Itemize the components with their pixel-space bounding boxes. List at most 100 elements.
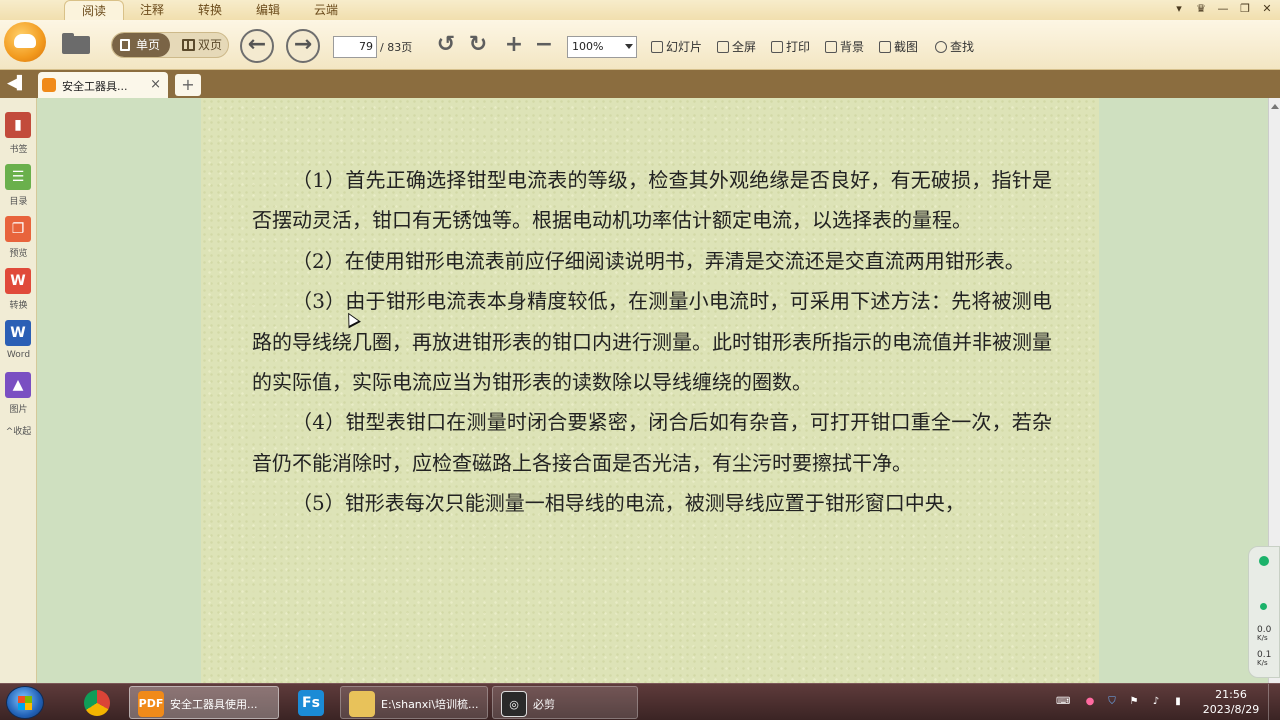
fullscreen-icon — [717, 41, 729, 53]
network-speed-widget[interactable]: 0.0 K/s 0.1 K/s — [1248, 546, 1280, 678]
background-icon — [825, 41, 837, 53]
clock-time: 21:56 — [1215, 688, 1247, 701]
fullscreen-button[interactable]: 全屏 — [717, 38, 756, 56]
zoom-out-icon[interactable]: − — [532, 33, 556, 57]
chrome-icon — [84, 690, 110, 716]
pdf-to-word-icon: W — [5, 268, 31, 294]
previous-page-button[interactable]: ← — [240, 29, 274, 63]
new-tab-button[interactable]: + — [175, 74, 201, 96]
windows-logo-icon — [18, 696, 32, 710]
single-page-label: 单页 — [136, 38, 161, 52]
sidebar-item-toc[interactable]: ☰ 目录 — [0, 164, 37, 210]
print-button[interactable]: 打印 — [771, 38, 810, 56]
page-number-input[interactable]: 79 — [333, 36, 377, 58]
screenshot-button[interactable]: 截图 — [879, 38, 918, 56]
menu-tab-cloud[interactable]: 云端 — [296, 0, 356, 20]
chevron-down-icon — [625, 44, 633, 49]
screenshot-label: 截图 — [894, 40, 919, 54]
menu-tab-annotate[interactable]: 注释 — [122, 0, 182, 20]
zoom-value: 100% — [572, 40, 604, 53]
sidebar-item-convert[interactable]: W 转换 — [0, 268, 37, 314]
skin-icon[interactable]: ♛ — [1190, 1, 1212, 17]
double-page-button[interactable]: 双页 — [174, 33, 228, 57]
network-icon[interactable]: ▮ — [1172, 696, 1184, 708]
sidebar-item-preview[interactable]: ❐ 预览 — [0, 216, 37, 262]
paragraph: （2）在使用钳形电流表前应仔细阅读说明书，弄清是交流还是交直流两用钳形表。 — [292, 248, 1025, 273]
single-page-button[interactable]: 单页 — [112, 33, 170, 57]
system-clock[interactable]: 21:56 2023/8/29 — [1200, 687, 1262, 717]
sidebar-toggle-icon[interactable]: ◀▌ — [7, 77, 27, 91]
taskbar: PDF 安全工器具使用... Fs E:\shanxi\培训梳... ◎ 必剪 … — [0, 683, 1280, 720]
sidebar-item-label: 预览 — [9, 249, 28, 259]
menu-tab-edit[interactable]: 编辑 — [238, 0, 298, 20]
paragraph: （5）钳形表每次只能测量一相导线的电流，被测导线应置于钳形窗口中央， — [292, 491, 965, 516]
restore-icon[interactable]: ❐ — [1234, 1, 1256, 17]
taskbar-item-fs[interactable]: Fs — [288, 686, 334, 719]
document-page: （1）首先正确选择钳型电流表的等级，检查其外观绝缘是否良好，有无破损，指针是否摆… — [201, 98, 1099, 683]
slideshow-icon — [651, 41, 663, 53]
sidebar-item-picture[interactable]: ▲ 图片 — [0, 372, 37, 418]
scissors-icon — [879, 41, 891, 53]
pdf-reader-icon: PDF — [138, 691, 164, 717]
zoom-in-icon[interactable]: + — [502, 33, 526, 57]
document-tab-title: 安全工器具... — [62, 80, 128, 93]
sidebar-item-label: 图片 — [9, 405, 28, 415]
status-dot-icon — [1260, 603, 1267, 610]
status-dot-icon — [1259, 556, 1269, 566]
paragraph: （3）由于钳形电流表本身精度较低，在测量小电流时，可采用下述方法：先将被测电路的… — [252, 289, 1052, 395]
menu-tab-read[interactable]: 阅读 — [64, 0, 124, 20]
pdf-file-icon — [42, 78, 56, 92]
menu-tab-convert[interactable]: 转换 — [180, 0, 240, 20]
clock-date: 2023/8/29 — [1202, 703, 1260, 716]
volume-icon[interactable]: ♪ — [1150, 696, 1162, 708]
document-tab[interactable]: 安全工器具... × — [38, 72, 168, 98]
menu-dropdown-icon[interactable]: ▾ — [1168, 1, 1190, 17]
main-toolbar: 单页 双页 ← → 79 / 83页 ↺ ↻ + − 100% 幻灯片 全屏 打… — [0, 20, 1280, 70]
reading-area[interactable]: （1）首先正确选择钳型电流表的等级，检查其外观绝缘是否良好，有无破损，指针是否摆… — [38, 98, 1268, 683]
show-desktop-button[interactable] — [1268, 684, 1280, 720]
close-tab-icon[interactable]: × — [150, 77, 161, 92]
background-label: 背景 — [840, 40, 865, 54]
bookmark-icon: ▮ — [5, 112, 31, 138]
taskbar-item-label: 安全工器具使用... — [170, 698, 258, 711]
slideshow-label: 幻灯片 — [666, 40, 703, 54]
page-total: / 83页 — [380, 41, 413, 54]
ime-icon[interactable]: ● — [1084, 696, 1096, 708]
next-page-button[interactable]: → — [286, 29, 320, 63]
toc-icon: ☰ — [5, 164, 31, 190]
open-folder-icon[interactable] — [60, 30, 92, 56]
sidebar-item-bookmarks[interactable]: ▮ 书签 — [0, 112, 37, 158]
taskbar-item-pdf-reader[interactable]: PDF 安全工器具使用... — [129, 686, 279, 719]
preview-icon: ❐ — [5, 216, 31, 242]
rotate-right-icon[interactable]: ↻ — [466, 33, 490, 57]
shield-icon[interactable]: ⛉ — [1106, 696, 1118, 708]
search-icon — [935, 41, 947, 53]
sidebar-collapse-button[interactable]: ^收起 — [0, 424, 37, 437]
rotate-left-icon[interactable]: ↺ — [434, 33, 458, 57]
scroll-up-icon[interactable] — [1271, 104, 1279, 109]
start-button[interactable] — [6, 686, 44, 719]
action-center-icon[interactable]: ⚑ — [1128, 696, 1140, 708]
find-button[interactable]: 查找 — [935, 38, 974, 56]
sidebar-item-word[interactable]: W Word — [0, 320, 37, 366]
background-button[interactable]: 背景 — [825, 38, 864, 56]
app-logo-icon[interactable] — [4, 22, 46, 62]
paragraph: （1）首先正确选择钳型电流表的等级，检查其外观绝缘是否良好，有无破损，指针是否摆… — [252, 168, 1052, 233]
taskbar-item-bijian[interactable]: ◎ 必剪 — [492, 686, 638, 719]
zoom-select[interactable]: 100% — [567, 36, 637, 58]
picture-icon: ▲ — [5, 372, 31, 398]
find-label: 查找 — [950, 40, 975, 54]
close-window-icon[interactable]: ✕ — [1256, 1, 1278, 17]
paragraph: （4）钳型表钳口在测量时闭合要紧密，闭合后如有杂音，可打开钳口重全一次，若杂音仍… — [252, 410, 1052, 475]
keyboard-icon[interactable]: ⌨ — [1056, 696, 1070, 708]
system-tray: ⌨ ● ⛉ ⚑ ♪ ▮ — [1050, 684, 1200, 720]
bijian-icon: ◎ — [501, 691, 527, 717]
sidebar-item-label: Word — [6, 350, 31, 360]
folder-icon — [349, 691, 375, 717]
upload-unit: K/s — [1257, 634, 1268, 642]
taskbar-item-explorer[interactable]: E:\shanxi\培训梳... — [340, 686, 488, 719]
double-page-icon — [182, 39, 195, 51]
taskbar-item-chrome[interactable] — [74, 686, 120, 719]
minimize-icon[interactable]: — — [1212, 1, 1234, 17]
slideshow-button[interactable]: 幻灯片 — [651, 38, 702, 56]
